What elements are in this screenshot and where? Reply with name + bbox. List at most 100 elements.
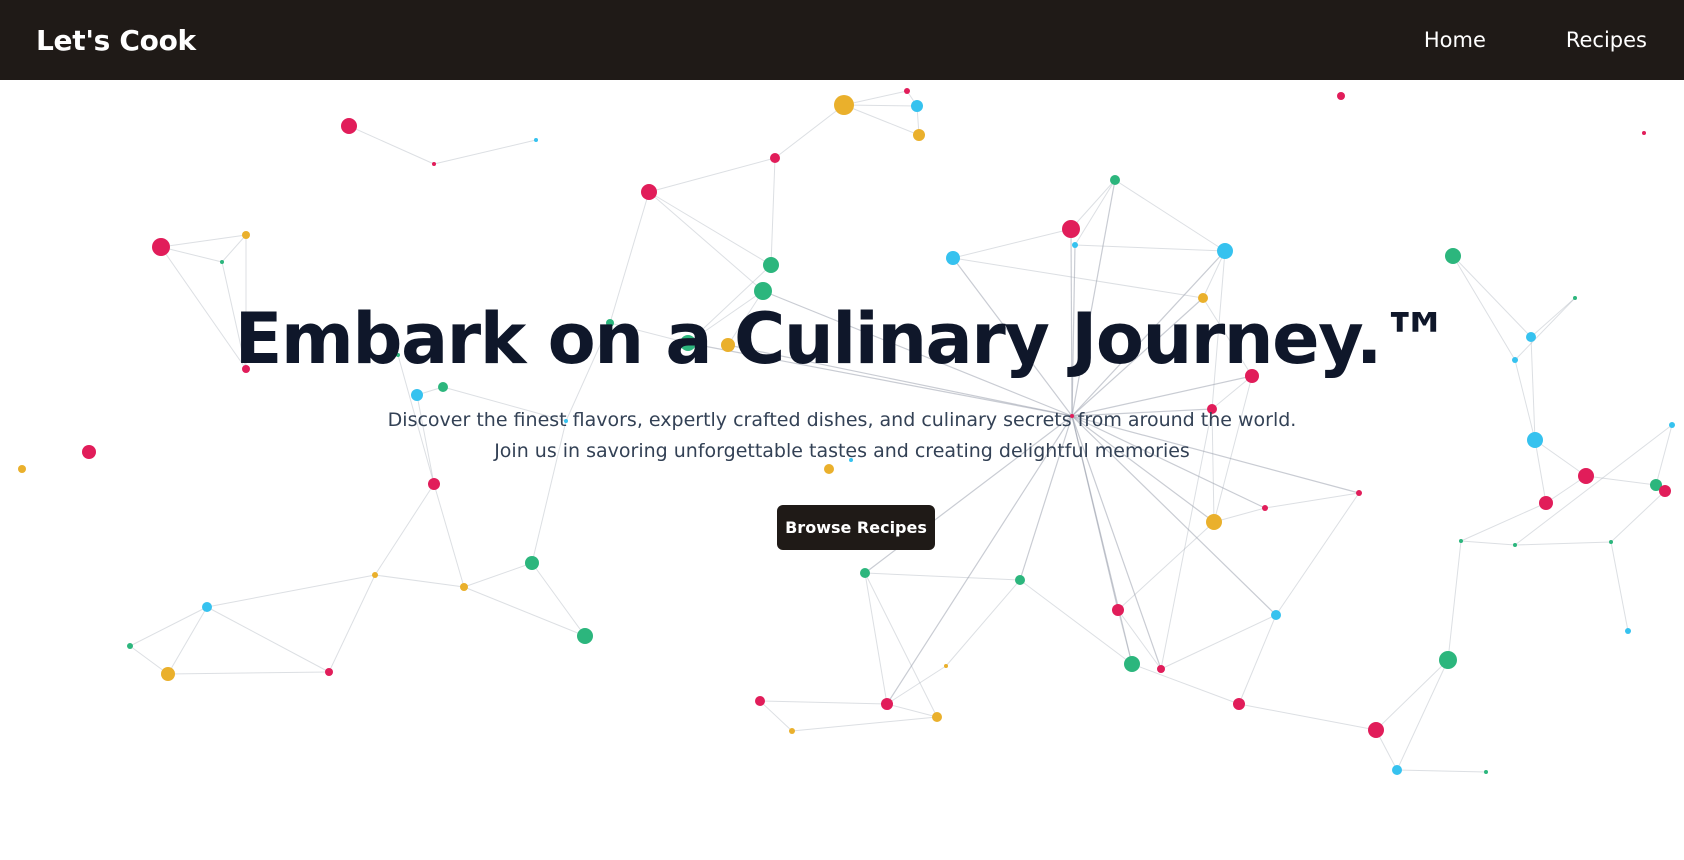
network-node bbox=[242, 231, 250, 239]
network-node bbox=[341, 118, 357, 134]
network-line bbox=[1447, 540, 1462, 661]
network-line bbox=[759, 700, 888, 705]
network-line bbox=[1238, 703, 1377, 731]
brand-logo[interactable]: Let's Cook bbox=[36, 24, 196, 57]
network-node bbox=[904, 88, 910, 94]
network-node bbox=[1207, 404, 1217, 414]
network-line bbox=[1211, 408, 1215, 523]
network-node bbox=[1527, 432, 1543, 448]
network-line bbox=[1071, 415, 1133, 665]
nav-link-home[interactable]: Home bbox=[1424, 28, 1486, 52]
top-navbar: Let's Cook Home Recipes bbox=[0, 0, 1684, 80]
network-node bbox=[1669, 422, 1675, 428]
network-line bbox=[952, 228, 1072, 259]
network-node bbox=[202, 602, 212, 612]
network-lines bbox=[129, 90, 1673, 773]
network-node bbox=[396, 353, 400, 357]
network-node bbox=[849, 458, 853, 462]
network-line bbox=[1534, 439, 1587, 477]
network-node bbox=[18, 465, 26, 473]
network-line bbox=[221, 261, 247, 370]
network-line bbox=[1460, 540, 1516, 546]
network-line bbox=[1460, 502, 1547, 542]
network-node bbox=[1206, 514, 1222, 530]
network-node bbox=[1439, 651, 1457, 669]
network-node bbox=[789, 728, 795, 734]
network-line bbox=[160, 234, 247, 248]
network-node bbox=[1015, 575, 1025, 585]
network-line bbox=[565, 322, 611, 422]
network-node bbox=[152, 238, 170, 256]
network-node bbox=[1124, 656, 1140, 672]
network-line bbox=[648, 157, 776, 193]
browse-recipes-button[interactable]: Browse Recipes bbox=[777, 505, 935, 550]
network-node bbox=[755, 696, 765, 706]
network-node bbox=[1112, 604, 1124, 616]
network-line bbox=[1610, 541, 1629, 632]
network-line bbox=[206, 574, 376, 608]
network-node bbox=[824, 464, 834, 474]
network-node bbox=[1484, 770, 1488, 774]
network-line bbox=[1514, 297, 1576, 361]
nav-link-recipes[interactable]: Recipes bbox=[1566, 28, 1647, 52]
network-line bbox=[1396, 659, 1449, 771]
network-line bbox=[1071, 415, 1162, 670]
network-line bbox=[1585, 475, 1657, 486]
network-line bbox=[206, 606, 330, 673]
network-line bbox=[1514, 541, 1612, 546]
network-line bbox=[864, 572, 1021, 581]
network-line bbox=[886, 703, 938, 718]
network-node bbox=[1625, 628, 1631, 634]
network-line bbox=[1530, 297, 1576, 338]
network-node bbox=[1337, 92, 1345, 100]
network-node bbox=[1659, 485, 1671, 497]
network-line bbox=[397, 354, 435, 485]
network-node bbox=[432, 162, 436, 166]
network-node bbox=[127, 643, 133, 649]
network-line bbox=[433, 483, 465, 588]
network-line bbox=[1396, 769, 1487, 773]
network-line bbox=[687, 290, 764, 344]
network-line bbox=[687, 264, 772, 344]
network-node bbox=[1356, 490, 1362, 496]
network-node bbox=[1459, 539, 1463, 543]
network-node bbox=[641, 184, 657, 200]
network-line bbox=[648, 191, 772, 266]
network-line bbox=[221, 234, 247, 263]
network-node bbox=[1609, 540, 1613, 544]
network-node bbox=[428, 478, 440, 490]
network-node bbox=[564, 419, 568, 423]
network-node bbox=[1271, 610, 1281, 620]
network-node bbox=[325, 668, 333, 676]
network-line bbox=[1071, 244, 1076, 417]
network-line bbox=[1117, 521, 1215, 611]
network-line bbox=[791, 716, 938, 732]
network-line bbox=[864, 572, 888, 705]
network-node bbox=[1157, 665, 1165, 673]
network-node bbox=[1070, 414, 1074, 418]
network-line bbox=[1160, 408, 1213, 670]
network-node bbox=[1368, 722, 1384, 738]
network-line bbox=[770, 157, 776, 266]
network-node bbox=[1262, 505, 1268, 511]
network-line bbox=[648, 191, 764, 292]
network-line bbox=[374, 574, 465, 588]
network-node bbox=[1513, 543, 1517, 547]
network-node bbox=[1512, 357, 1518, 363]
network-node bbox=[220, 260, 224, 264]
network-line bbox=[843, 104, 920, 136]
network-node bbox=[1578, 468, 1594, 484]
network-node bbox=[1110, 175, 1120, 185]
network-line bbox=[609, 191, 650, 324]
network-line bbox=[416, 394, 435, 485]
network-line bbox=[1114, 179, 1226, 252]
network-line bbox=[1074, 244, 1226, 252]
network-node bbox=[721, 338, 735, 352]
network-line bbox=[727, 290, 764, 346]
network-line bbox=[1238, 614, 1277, 705]
network-line bbox=[886, 415, 1073, 705]
network-node bbox=[911, 100, 923, 112]
network-line bbox=[1655, 424, 1673, 486]
network-node bbox=[1245, 369, 1259, 383]
network-node bbox=[606, 319, 614, 327]
